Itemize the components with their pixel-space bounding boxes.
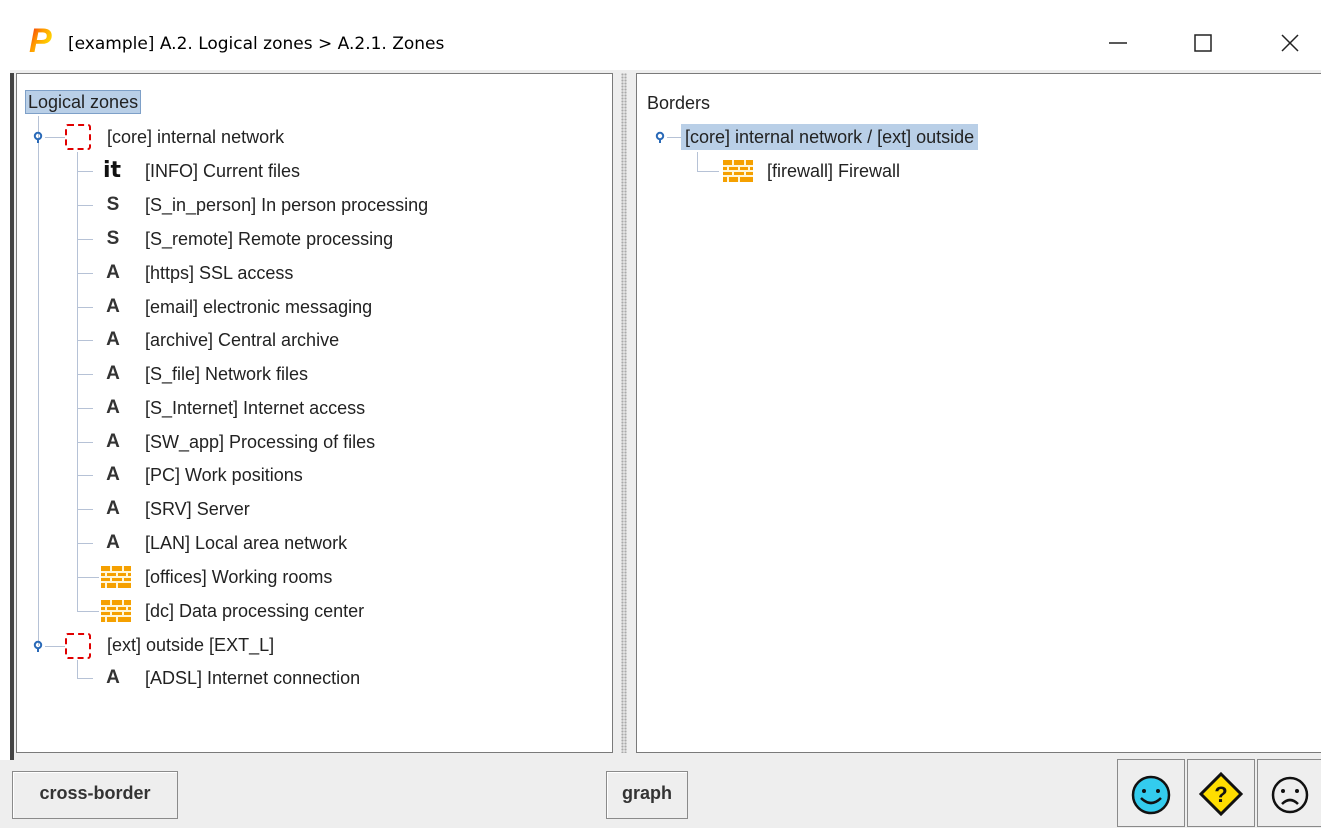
- tree-connector: [45, 646, 65, 647]
- tree-connector: [77, 307, 93, 308]
- window-edge: [10, 73, 14, 763]
- expanded-handle-icon[interactable]: [31, 131, 43, 143]
- tree-connector: [77, 239, 93, 240]
- tree-node-label: [S_file] Network files: [145, 364, 309, 384]
- tree-node-label: [S_in_person] In person processing: [145, 195, 429, 215]
- tree-connector: [77, 408, 93, 409]
- glyph-a-icon: A: [106, 532, 120, 553]
- brick-wall-icon: [723, 160, 753, 182]
- borders-tree[interactable]: Borders [core] internal network / [ext] …: [636, 73, 1321, 753]
- tree-node-label: [S_Internet] Internet access: [145, 398, 366, 418]
- splitter-grip: [621, 73, 627, 753]
- close-icon: [1281, 34, 1299, 52]
- smiley-sad-icon: [1271, 776, 1309, 814]
- tree-connector: [77, 171, 93, 172]
- tree-connector: [77, 577, 99, 578]
- glyph-a-icon: A: [106, 296, 120, 317]
- tree-connector: [77, 660, 78, 678]
- glyph-a-icon: A: [106, 498, 120, 519]
- glyph-a-icon: A: [106, 431, 120, 452]
- tree-connector: [77, 475, 93, 476]
- tree-node-border-selected[interactable]: [core] internal network / [ext] outside: [681, 124, 979, 150]
- tree-node-label: [S_remote] Remote processing: [145, 229, 394, 249]
- tree-root-borders[interactable]: Borders: [647, 92, 710, 114]
- tree-connector: [697, 152, 698, 172]
- tree-node-label: [offices] Working rooms: [145, 567, 333, 587]
- tree-connector: [77, 611, 99, 612]
- pane-splitter[interactable]: [617, 73, 631, 753]
- glyph-a-icon: A: [106, 464, 120, 485]
- tree-connector: [77, 340, 93, 341]
- zone-dashed-icon: [65, 633, 91, 659]
- title-bar: P [example] A.2. Logical zones > A.2.1. …: [0, 0, 1321, 70]
- glyph-a-icon: A: [106, 363, 120, 384]
- tree-connector: [45, 137, 65, 138]
- tree-node-label: [SW_app] Processing of files: [145, 432, 376, 452]
- tree-node-label: [ADSL] Internet connection: [145, 668, 361, 688]
- window-title: [example] A.2. Logical zones > A.2.1. Zo…: [68, 34, 445, 54]
- tree-node-zone[interactable]: [ext] outside [EXT_L]: [107, 634, 274, 656]
- maximize-icon: [1194, 34, 1212, 52]
- tree-node-zone[interactable]: [core] internal network: [107, 126, 284, 148]
- glyph-it-icon: it: [102, 158, 122, 183]
- tree-connector: [77, 374, 93, 375]
- tree-node-label: [https] SSL access: [145, 263, 294, 283]
- tree-connector: [77, 678, 93, 679]
- tree-node-label: [firewall] Firewall: [767, 161, 901, 181]
- reject-button[interactable]: [1257, 759, 1321, 827]
- maximize-button[interactable]: [1173, 22, 1233, 64]
- glyph-s-icon: S: [106, 194, 120, 215]
- tree-node-label: [dc] Data processing center: [145, 601, 365, 621]
- tree-connector: [77, 543, 93, 544]
- smiley-happy-icon: [1131, 775, 1171, 815]
- close-button[interactable]: [1260, 22, 1320, 64]
- tree-root-logical-zones[interactable]: Logical zones: [25, 90, 142, 114]
- tree-node-label: [archive] Central archive: [145, 330, 340, 350]
- accept-button[interactable]: [1117, 759, 1185, 827]
- tree-node-label: [email] electronic messaging: [145, 297, 373, 317]
- app-logo-icon: P: [29, 24, 52, 58]
- tree-node-label: [LAN] Local area network: [145, 533, 348, 553]
- brick-wall-icon: [101, 600, 131, 622]
- minimize-button[interactable]: [1087, 22, 1147, 64]
- svg-text:P: P: [29, 24, 52, 58]
- tree-connector: [77, 273, 93, 274]
- minimize-icon: [1109, 42, 1127, 44]
- glyph-a-icon: A: [106, 262, 120, 283]
- tree-connector: [38, 116, 39, 646]
- zone-dashed-icon: [65, 124, 91, 150]
- glyph-s-icon: S: [106, 228, 120, 249]
- tree-connector: [77, 205, 93, 206]
- tree-connector: [667, 137, 681, 138]
- expanded-handle-icon[interactable]: [31, 640, 43, 652]
- graph-button[interactable]: graph: [606, 771, 688, 819]
- help-button[interactable]: ?: [1187, 759, 1255, 827]
- cross-border-button[interactable]: cross-border: [12, 771, 178, 819]
- glyph-a-icon: A: [106, 397, 120, 418]
- logical-zones-tree[interactable]: Logical zones [core] internal network it…: [16, 73, 613, 753]
- tree-node-label: [SRV] Server: [145, 499, 250, 519]
- question-diamond-icon: ?: [1198, 771, 1244, 817]
- glyph-a-icon: A: [106, 329, 120, 350]
- tree-connector: [77, 509, 93, 510]
- tree-connector: [77, 442, 93, 443]
- expanded-handle-icon[interactable]: [653, 131, 665, 143]
- tree-node-label: [PC] Work positions: [145, 465, 303, 485]
- tree-connector: [697, 171, 719, 172]
- glyph-a-icon: A: [106, 667, 120, 688]
- tree-node-label: [INFO] Current files: [145, 161, 301, 181]
- svg-text:?: ?: [1214, 782, 1227, 807]
- brick-wall-icon: [101, 566, 131, 588]
